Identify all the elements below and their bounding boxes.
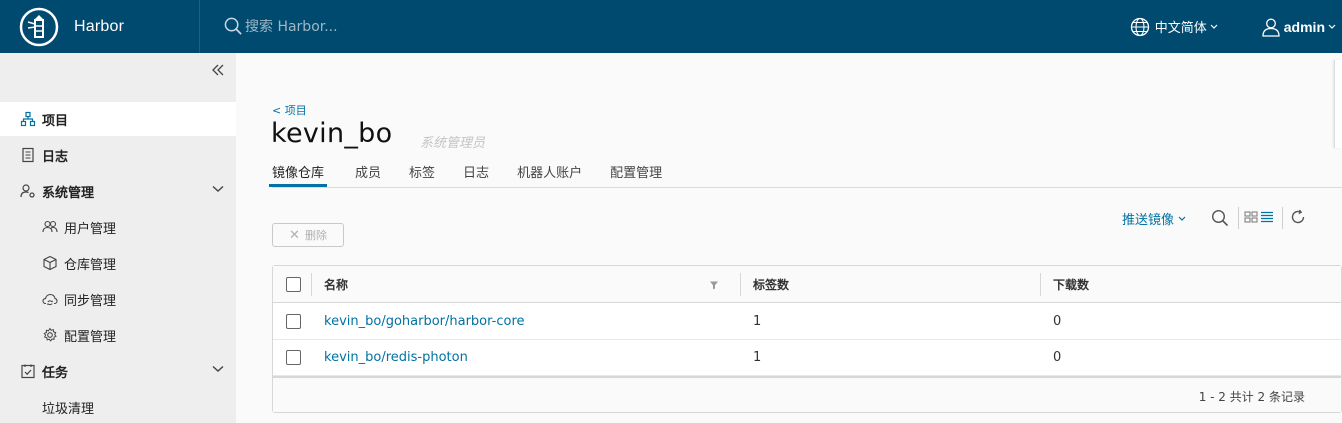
delete-button[interactable]: ✕ 删除 — [272, 223, 344, 247]
sidebar-item-label: 日志 — [42, 149, 69, 165]
row-checkbox-cell — [286, 304, 301, 339]
role-label: 系统管理员 — [420, 136, 486, 151]
sidebar-item-logs[interactable]: 日志 — [0, 138, 236, 172]
chevron-down-icon — [212, 365, 224, 372]
language-label: 中文简体 — [1154, 21, 1207, 36]
tab-robot-accounts[interactable]: 机器人账户 — [517, 157, 582, 187]
tab-labels[interactable]: 标签 — [409, 157, 435, 187]
column-header-pulls[interactable]: 下载数 — [1053, 266, 1089, 302]
main-content: < 项目 kevin_bo 系统管理员 镜像仓库 成员 标签 日志 机器人账户 … — [236, 53, 1342, 423]
gear-icon — [43, 327, 57, 342]
tab-logs[interactable]: 日志 — [463, 157, 489, 187]
sidebar-item-configuration[interactable]: 配置管理 — [0, 318, 236, 352]
sidebar-item-label: 仓库管理 — [64, 257, 117, 273]
tabs-divider — [272, 187, 1342, 188]
toolbar-divider — [1238, 207, 1239, 229]
pull-count: 0 — [1053, 350, 1062, 365]
project-tabs: 镜像仓库 成员 标签 日志 机器人账户 配置管理 — [269, 157, 690, 187]
sidebar: 项目 日志 系统管理 用户管理 仓库管理 同步管理 配置管理 任务 垃圾清理 — [0, 53, 236, 423]
cube-icon — [43, 255, 57, 271]
tag-count: 1 — [753, 350, 762, 365]
global-search — [224, 0, 624, 53]
log-icon — [22, 147, 34, 163]
tab-configuration[interactable]: 配置管理 — [610, 157, 662, 187]
sidebar-item-user-management[interactable]: 用户管理 — [0, 210, 236, 244]
tab-members[interactable]: 成员 — [355, 157, 381, 187]
column-header-tags[interactable]: 标签数 — [753, 266, 789, 302]
sidebar-item-system-admin[interactable]: 系统管理 — [0, 174, 236, 208]
sidebar-item-label: 垃圾清理 — [42, 401, 95, 417]
sidebar-item-replication[interactable]: 同步管理 — [0, 282, 236, 316]
globe-icon — [1130, 17, 1149, 36]
brand-name: Harbor — [74, 17, 125, 35]
toolbar-divider — [1282, 207, 1283, 229]
pagination-summary: 1 - 2 共计 2 条记录 — [1198, 390, 1305, 404]
column-divider — [1040, 273, 1041, 296]
repo-link[interactable]: kevin_bo/redis-photon — [324, 350, 468, 365]
column-divider — [740, 273, 741, 296]
table-header: 名称 标签数 下载数 — [273, 266, 1341, 303]
username: admin — [1283, 18, 1325, 35]
tag-count: 1 — [753, 314, 762, 329]
page-title: kevin_bo — [271, 118, 393, 149]
refresh-icon[interactable] — [1290, 209, 1306, 225]
table-footer: 1 - 2 共计 2 条记录 — [273, 376, 1341, 412]
filter-icon[interactable] — [709, 280, 719, 290]
select-all-checkbox[interactable] — [286, 276, 301, 292]
collapse-sidebar-icon[interactable] — [210, 62, 226, 78]
sidebar-item-label: 用户管理 — [64, 221, 117, 237]
sidebar-item-tasks[interactable]: 任务 — [0, 354, 236, 388]
repositories-table: 名称 标签数 下载数 kevin_bo/goharbor/harbor-core… — [272, 265, 1342, 413]
row-checkbox[interactable] — [286, 350, 301, 365]
sidebar-item-label: 项目 — [42, 113, 69, 129]
sidebar-item-label: 同步管理 — [64, 293, 117, 309]
view-toggle-icon[interactable] — [1244, 211, 1274, 223]
select-all-checkbox-cell — [286, 266, 301, 302]
cloud-sync-icon — [42, 293, 58, 306]
language-selector[interactable]: 中文简体 — [1130, 17, 1223, 37]
harbor-logo-icon — [19, 7, 59, 46]
repo-name-cell: kevin_bo/goharbor/harbor-core — [324, 304, 525, 339]
sidebar-item-label: 系统管理 — [42, 185, 95, 201]
column-divider — [311, 273, 312, 296]
sidebar-item-registry-management[interactable]: 仓库管理 — [0, 246, 236, 280]
sidebar-item-label: 配置管理 — [64, 329, 117, 345]
close-icon: ✕ — [289, 227, 300, 243]
repo-name-cell: kevin_bo/redis-photon — [324, 340, 468, 375]
user-menu[interactable]: admin — [1261, 17, 1336, 37]
users-icon — [42, 220, 58, 233]
search-icon[interactable] — [1211, 209, 1229, 227]
system-admin-icon — [20, 184, 35, 198]
row-checkbox-cell — [286, 340, 301, 375]
chevron-down-icon — [1178, 216, 1186, 221]
pull-count: 0 — [1053, 314, 1062, 329]
user-icon — [1262, 18, 1280, 37]
project-icon — [20, 111, 36, 127]
brand[interactable]: Harbor — [0, 0, 200, 53]
table-row: kevin_bo/goharbor/harbor-core 1 0 — [273, 304, 1341, 340]
back-to-projects-link[interactable]: < 项目 — [272, 102, 307, 118]
top-navbar: Harbor 中文简体 admin — [0, 0, 1342, 53]
sidebar-item-garbage-collection[interactable]: 垃圾清理 — [0, 390, 236, 423]
push-image-button[interactable]: 推送镜像 — [1122, 209, 1186, 228]
task-icon — [21, 364, 35, 379]
chevron-down-icon — [212, 185, 224, 192]
column-header-name[interactable]: 名称 — [324, 266, 348, 302]
tab-repositories[interactable]: 镜像仓库 — [269, 157, 328, 187]
sidebar-item-projects[interactable]: 项目 — [0, 102, 236, 136]
search-icon — [224, 17, 242, 35]
chevron-down-icon — [1210, 24, 1218, 29]
chevron-down-icon — [1328, 24, 1336, 29]
row-checkbox[interactable] — [286, 314, 301, 329]
side-panel-handle[interactable] — [1334, 60, 1342, 148]
search-input[interactable] — [245, 18, 545, 35]
repo-link[interactable]: kevin_bo/goharbor/harbor-core — [324, 314, 525, 329]
push-image-label: 推送镜像 — [1122, 213, 1175, 228]
table-row: kevin_bo/redis-photon 1 0 — [273, 340, 1341, 376]
sidebar-item-label: 任务 — [42, 365, 69, 381]
delete-label: 删除 — [304, 229, 327, 242]
